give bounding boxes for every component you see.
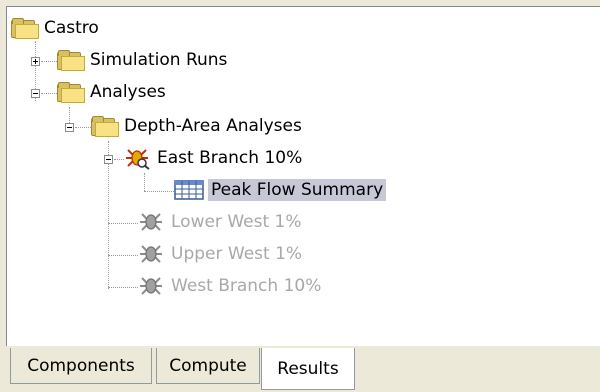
tab-label: Components bbox=[27, 355, 135, 376]
tree-node-depth-area-analyses[interactable]: Depth-Area Analyses bbox=[91, 113, 305, 139]
collapse-analyses-toggle[interactable] bbox=[31, 89, 40, 98]
folder-icon bbox=[57, 82, 85, 103]
tab-compute[interactable]: Compute bbox=[156, 348, 260, 384]
tree-connector bbox=[144, 173, 145, 191]
explorer-tab-bar: Components Compute Results bbox=[0, 348, 600, 392]
collapse-depth-area-analyses-toggle[interactable] bbox=[65, 123, 74, 132]
tree-node-label: Analyses bbox=[90, 82, 166, 102]
tree-node-label: Upper West 1% bbox=[171, 244, 303, 264]
tree-node-analyses[interactable]: Analyses bbox=[57, 79, 169, 105]
tree-node-castro[interactable]: Castro bbox=[11, 15, 102, 41]
tree-node-label: Lower West 1% bbox=[171, 212, 302, 232]
collapse-east-branch-toggle[interactable] bbox=[104, 155, 113, 164]
tree-connector bbox=[41, 61, 57, 62]
analysis-disabled-icon bbox=[138, 242, 164, 266]
analysis-active-icon bbox=[124, 146, 150, 170]
tree-node-label: Depth-Area Analyses bbox=[124, 116, 302, 136]
analysis-disabled-icon bbox=[138, 274, 164, 298]
analysis-disabled-icon bbox=[138, 210, 164, 234]
folder-icon bbox=[91, 116, 119, 137]
tree-connector bbox=[108, 287, 138, 288]
tree-connector bbox=[75, 127, 91, 128]
tab-results[interactable]: Results bbox=[261, 348, 355, 390]
tab-label: Compute bbox=[169, 355, 247, 376]
tree-node-upper-west[interactable]: Upper West 1% bbox=[138, 241, 305, 267]
table-icon bbox=[174, 180, 204, 200]
tree-connector bbox=[144, 191, 174, 192]
tree-connector bbox=[108, 255, 138, 256]
tree-node-label: West Branch 10% bbox=[171, 276, 322, 296]
tree-connector bbox=[108, 223, 138, 224]
tree-connector bbox=[41, 93, 57, 94]
tree-node-label: Simulation Runs bbox=[90, 50, 228, 70]
folder-icon bbox=[11, 18, 39, 39]
expand-simulation-runs-toggle[interactable] bbox=[31, 57, 40, 66]
tree-node-label-selected: Peak Flow Summary bbox=[208, 179, 387, 201]
tab-label: Results bbox=[277, 358, 339, 379]
tree-node-west-branch[interactable]: West Branch 10% bbox=[138, 273, 324, 299]
tree-node-simulation-runs[interactable]: Simulation Runs bbox=[57, 47, 230, 73]
watershed-explorer-tree: Castro Simulation Runs Analyses Depth-Ar… bbox=[6, 6, 600, 346]
tree-node-peak-flow-summary[interactable]: Peak Flow Summary bbox=[174, 177, 387, 203]
folder-icon bbox=[57, 50, 85, 71]
tree-connector bbox=[114, 159, 124, 160]
tree-node-label: East Branch 10% bbox=[157, 148, 303, 168]
tree-node-label: Castro bbox=[44, 18, 99, 38]
tab-components[interactable]: Components bbox=[10, 348, 152, 384]
tree-node-east-branch[interactable]: East Branch 10% bbox=[124, 145, 305, 171]
tree-node-lower-west[interactable]: Lower West 1% bbox=[138, 209, 305, 235]
